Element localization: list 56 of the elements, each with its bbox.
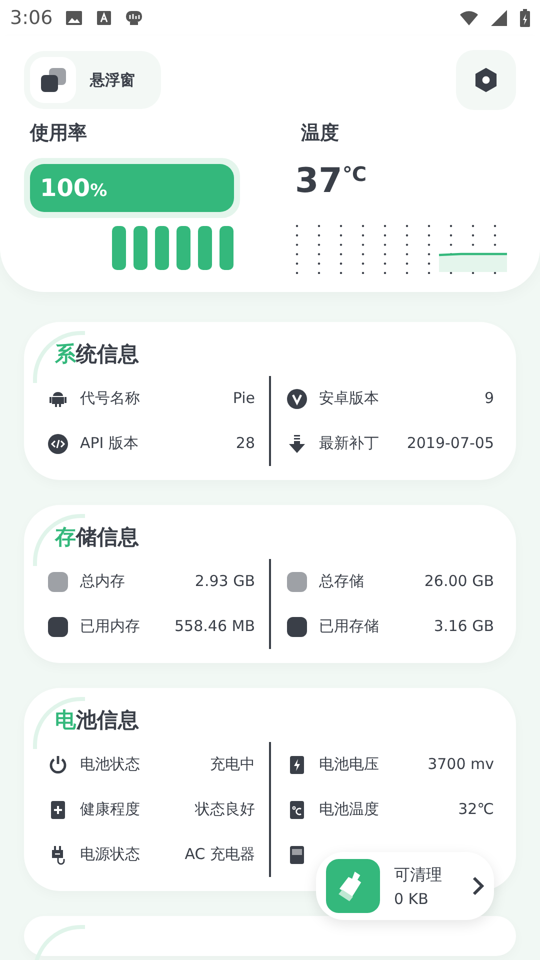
info-value: 9 [484,388,494,409]
battery-icon [287,844,307,864]
status-time: 3:06 [10,7,53,29]
info-value: 充电中 [210,754,255,775]
download-icon [287,434,307,454]
wifi-icon [460,9,478,27]
celsius-icon [287,800,307,820]
info-value: 2019-07-05 [406,433,494,454]
image-icon [64,9,83,27]
temperature-value: 37$^{℃}$ [295,164,367,198]
info-label: 安卓版本 [319,389,379,408]
battery-icon [520,9,530,27]
info-value: 32℃ [458,799,494,820]
broom-icon [326,859,380,913]
info-value: 28 [236,433,255,454]
info-label: 总内存 [80,572,125,591]
clean-size: 0 KB [394,890,428,908]
info-label: 电池温度 [319,800,379,819]
floating-window-button[interactable]: 悬浮窗 [24,51,161,109]
info-value: 状态良好 [195,799,255,820]
card-title: 系统信息 [55,341,140,368]
power-icon [48,754,68,774]
info-label: 代号名称 [80,389,140,408]
clean-button[interactable]: 可清理 0 KB [316,852,494,920]
info-value: 26.00 GB [424,571,494,592]
info-value: AC 充电器 [184,844,255,865]
settings-button[interactable] [456,50,516,110]
info-value: 3700 mv [428,754,494,775]
info-label: 已用存储 [319,617,379,636]
card-title: 电池信息 [55,707,140,734]
info-label: 健康程度 [80,800,140,819]
temperature-title: 温度 [301,121,339,146]
signal-icon [490,9,508,27]
chevron-right-icon [472,876,484,896]
battery-bolt-icon [287,754,307,774]
info-label: 最新补丁 [319,434,379,453]
info-value: 3.16 GB [434,616,494,637]
plus-icon [48,800,68,820]
chat-icon [124,9,143,27]
info-label: 电源状态 [80,845,140,864]
floating-window-icon [30,57,76,103]
info-label: 电池状态 [80,755,140,774]
code-icon [48,434,68,454]
usage-value: 100% [40,174,108,202]
info-label: API 版本 [80,434,138,453]
info-value: 558.46 MB [174,616,255,637]
keyboard-icon [94,9,113,27]
info-value: Pie [232,388,255,409]
info-label: 已用内存 [80,617,140,636]
info-value: 2.93 GB [194,571,255,592]
info-label: 电池电压 [319,755,379,774]
clean-label: 可清理 [394,864,442,886]
v-icon [287,388,307,408]
card-title: 存储信息 [55,524,140,551]
usage-title: 使用率 [30,121,87,146]
info-label: 总存储 [319,572,364,591]
